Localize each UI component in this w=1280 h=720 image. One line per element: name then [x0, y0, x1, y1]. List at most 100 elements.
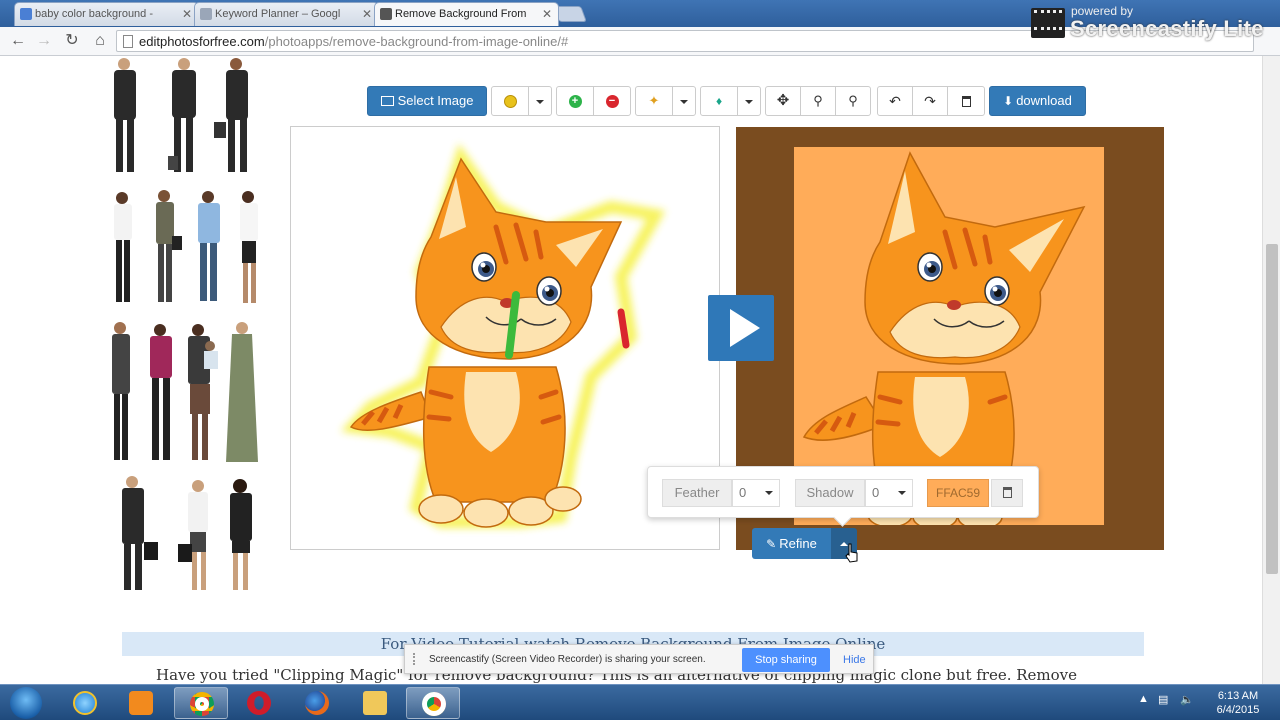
redo-button[interactable]: ↷ — [912, 86, 948, 116]
page-icon — [123, 35, 133, 48]
chevron-down-icon — [680, 99, 688, 104]
remove-color-button[interactable] — [991, 479, 1023, 507]
google-search-favicon-icon — [20, 8, 32, 20]
mark-keep-button[interactable]: + — [556, 86, 594, 116]
scrollbar-thumb[interactable] — [1266, 244, 1278, 574]
clock-time: 6:13 AM — [1217, 690, 1259, 702]
chevron-down-icon — [745, 99, 753, 104]
feather-label: Feather — [662, 479, 732, 507]
windows-logo-icon — [10, 687, 42, 719]
refine-label: Refine — [779, 536, 817, 551]
tab-title: Remove Background From — [395, 8, 527, 20]
brush-dot-icon — [503, 95, 517, 109]
taskbar-opera[interactable] — [232, 687, 286, 719]
screencastify-brand: Screencastify Lite — [1070, 16, 1264, 41]
marker-button[interactable]: ♦ — [700, 86, 738, 116]
show-hidden-icons-icon[interactable]: ▲ — [1138, 693, 1149, 705]
select-image-button[interactable]: Select Image — [367, 86, 487, 116]
tab-remove-background[interactable]: Remove Background From ✕ — [374, 2, 559, 26]
chrome-icon — [422, 692, 446, 716]
people-sample-images[interactable] — [106, 56, 268, 596]
people-silhouettes-image — [112, 58, 258, 590]
tab-title: baby color background - — [35, 8, 154, 20]
url-domain: editphotosforfree.com — [139, 34, 265, 49]
magic-wand-dropdown[interactable] — [672, 86, 696, 116]
feather-select[interactable]: 0 — [732, 479, 780, 507]
windows-taskbar: ▲ ▤ 🔈 6:13 AM 6/4/2015 — [0, 684, 1280, 720]
tab-keyword-planner[interactable]: Keyword Planner – Googl ✕ — [194, 2, 379, 26]
download-button[interactable]: ⬇ download — [989, 86, 1086, 116]
chevron-down-icon — [765, 491, 773, 495]
magic-wand-icon: ✦ — [648, 93, 660, 108]
taskbar-media-player[interactable] — [114, 687, 168, 719]
chevron-down-icon — [536, 99, 544, 104]
url-path: /photoapps/remove-background-from-image-… — [264, 34, 569, 49]
download-icon: ⬇ — [1003, 94, 1014, 108]
hide-link[interactable]: Hide — [843, 654, 866, 666]
taskbar-internet-explorer[interactable] — [58, 687, 112, 719]
taskbar-chrome-window[interactable] — [406, 687, 460, 719]
chevron-down-icon — [898, 491, 906, 495]
undo-icon: ↶ — [889, 93, 901, 109]
marker-icon: ♦ — [715, 94, 723, 108]
refine-options-popover: Feather 0 Shadow 0 FFAC59 — [647, 466, 1039, 518]
trash-icon — [1002, 487, 1012, 499]
system-clock[interactable]: 6:13 AM 6/4/2015 — [1208, 689, 1268, 717]
home-icon[interactable]: ⌂ — [90, 31, 110, 51]
close-icon[interactable]: ✕ — [362, 7, 372, 21]
brush-size-dropdown[interactable] — [528, 86, 552, 116]
edit-photo-favicon-icon — [380, 8, 392, 20]
select-image-label: Select Image — [397, 93, 474, 108]
drag-handle-icon[interactable] — [413, 653, 419, 665]
magic-wand-button[interactable]: ✦ — [635, 86, 673, 116]
download-label: download — [1016, 93, 1072, 108]
plus-circle-icon: + — [568, 95, 582, 109]
refine-button[interactable]: ✎ Refine — [752, 528, 831, 559]
zoom-in-button[interactable]: ⚲ — [800, 86, 836, 116]
mark-remove-button[interactable]: − — [593, 86, 631, 116]
shadow-value: 0 — [872, 485, 880, 500]
internet-explorer-icon — [73, 691, 97, 715]
brush-color-button[interactable] — [491, 86, 529, 116]
tab-baby-color-background[interactable]: baby color background - ✕ — [14, 2, 199, 26]
taskbar-chrome[interactable] — [174, 687, 228, 719]
background-color-input[interactable]: FFAC59 — [927, 479, 989, 507]
media-player-icon — [129, 691, 153, 715]
clear-button[interactable] — [947, 86, 985, 116]
page-scrollbar[interactable] — [1262, 56, 1280, 684]
marker-dropdown[interactable] — [737, 86, 761, 116]
volume-icon[interactable]: 🔈 — [1180, 693, 1194, 706]
zoom-out-button[interactable]: ⚲ — [835, 86, 871, 116]
zoom-in-icon: ⚲ — [813, 93, 823, 108]
screencastify-watermark: powered by Screencastify Lite — [1025, 0, 1280, 46]
redo-icon: ↷ — [924, 93, 936, 109]
system-tray: ▲ ▤ 🔈 6:13 AM 6/4/2015 — [1130, 685, 1280, 720]
move-arrows-icon: ✥ — [776, 92, 790, 109]
process-play-button[interactable] — [708, 295, 774, 361]
stop-sharing-button[interactable]: Stop sharing — [742, 648, 830, 672]
feather-value: 0 — [739, 485, 747, 500]
close-icon[interactable]: ✕ — [542, 7, 552, 21]
screen-sharing-notification: Screencastify (Screen Video Recorder) is… — [404, 644, 874, 674]
chrome-icon — [190, 692, 214, 716]
tab-title: Keyword Planner – Googl — [215, 8, 341, 20]
shadow-label: Shadow — [795, 479, 865, 507]
page-favicon-icon — [200, 8, 212, 20]
back-arrow-icon[interactable]: ← — [8, 31, 28, 51]
film-strip-icon — [1031, 8, 1065, 38]
taskbar-file-explorer[interactable] — [348, 687, 402, 719]
taskbar-firefox[interactable] — [290, 687, 344, 719]
hand-cursor-icon — [845, 543, 858, 563]
reload-icon[interactable]: ↻ — [62, 31, 82, 51]
pan-button[interactable]: ✥ — [765, 86, 801, 116]
zoom-out-icon: ⚲ — [848, 93, 858, 108]
close-icon[interactable]: ✕ — [182, 7, 192, 21]
undo-button[interactable]: ↶ — [877, 86, 913, 116]
clock-date: 6/4/2015 — [1216, 704, 1260, 716]
trash-icon — [961, 96, 971, 108]
forward-arrow-icon[interactable]: → — [34, 31, 54, 51]
start-button[interactable] — [4, 685, 48, 720]
shadow-select[interactable]: 0 — [865, 479, 913, 507]
network-icon[interactable]: ▤ — [1158, 693, 1168, 706]
edit-icon: ✎ — [766, 537, 777, 551]
